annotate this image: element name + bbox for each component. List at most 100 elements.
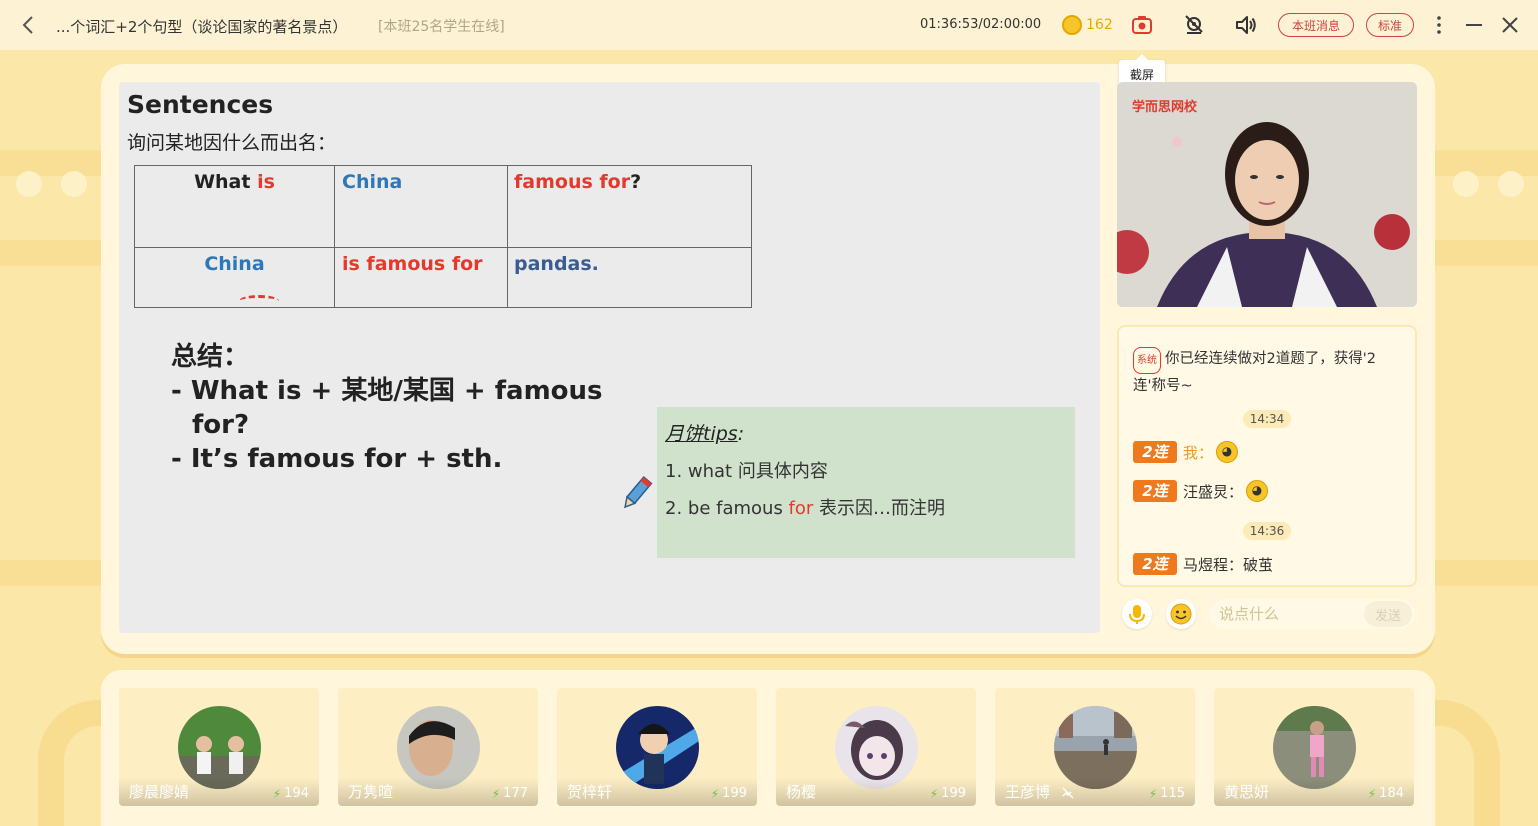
- close-icon[interactable]: [1498, 13, 1522, 37]
- red-annotation-mark: [239, 295, 279, 307]
- tips-title: 月饼tips:: [665, 419, 744, 446]
- chat-sender: 马煜程：: [1183, 555, 1244, 574]
- crying-emoji-icon: ◕: [1246, 480, 1269, 502]
- energy-icon: ⚡: [1148, 786, 1158, 801]
- screenshot-camera-icon[interactable]: [1130, 13, 1154, 37]
- coin-icon: [1062, 15, 1082, 35]
- student-name: 王彦博: [1005, 783, 1051, 801]
- table-row: What is China famous for?: [134, 165, 752, 248]
- lesson-slide: Sentences 询问某地因什么而出名： What is China famo…: [119, 82, 1100, 633]
- chat-message: 2连 我： ◕: [1133, 441, 1239, 463]
- energy-icon: ⚡: [929, 786, 939, 801]
- student-card[interactable]: 王彦博 ⚡ 115: [995, 688, 1195, 806]
- tips-box: 月饼tips: 1. what 问具体内容 2. be famous for 表…: [657, 407, 1075, 558]
- chat-text: 破茧: [1243, 555, 1274, 574]
- cell-text: What: [194, 171, 258, 193]
- student-score-value: 115: [1160, 786, 1185, 801]
- tip-line: 2. be famous for 表示因…而注明: [665, 494, 945, 520]
- tips-title-colon: :: [737, 423, 745, 445]
- student-name: 贺梓轩: [567, 783, 613, 801]
- student-name: 杨樱: [786, 783, 817, 801]
- school-logo: 学而思网校: [1132, 100, 1198, 115]
- student-score: ⚡ 194: [273, 786, 309, 801]
- cell-text-highlight: famous for: [514, 171, 631, 193]
- energy-icon: ⚡: [710, 786, 720, 801]
- slide-subheading: 询问某地因什么而出名：: [127, 132, 337, 154]
- system-message: 系统 你已经连续做对2道题了，获得'2连'称号~: [1133, 347, 1405, 399]
- chat-timestamp: 14:36: [1243, 522, 1291, 540]
- send-button[interactable]: 发送: [1364, 601, 1412, 627]
- cell-text: ?: [630, 171, 642, 193]
- student-avatar: [397, 706, 480, 789]
- student-score-value: 184: [1379, 786, 1404, 801]
- student-card[interactable]: 廖晨廖婧 ⚡ 194: [119, 688, 319, 806]
- network-disconnected-icon: [1062, 787, 1074, 799]
- student-score: ⚡ 199: [711, 786, 747, 801]
- table-row: China is famous for pandas.: [134, 247, 752, 308]
- student-score: ⚡ 177: [492, 786, 528, 801]
- streak-badge: 2连: [1133, 441, 1177, 463]
- student-score: ⚡ 184: [1368, 786, 1404, 801]
- table-cell: China: [134, 247, 335, 308]
- class-timer: 01:36:53/02:00:00: [920, 17, 1042, 32]
- table-cell: pandas.: [507, 247, 752, 308]
- student-score-value: 194: [284, 786, 309, 801]
- camera-off-icon[interactable]: [1182, 13, 1206, 37]
- online-count: [本班25名学生在线]: [378, 19, 505, 35]
- summary-title: 总结：: [171, 342, 250, 372]
- student-score-value: 199: [941, 786, 966, 801]
- background-dot: [1453, 171, 1479, 197]
- student-name: 黄思妍: [1224, 783, 1270, 801]
- student-card[interactable]: 万隽暄 ⚡ 177: [338, 688, 538, 806]
- minimize-icon[interactable]: [1462, 13, 1486, 37]
- energy-icon: ⚡: [491, 786, 501, 801]
- crying-emoji-icon: ◕: [1216, 441, 1239, 463]
- table-cell: What is: [134, 165, 335, 248]
- student-avatar: [178, 706, 261, 789]
- speaker-icon[interactable]: [1234, 13, 1258, 37]
- summary-block: 总结： - What is + 某地/某国 + famous for? - It…: [171, 340, 603, 476]
- student-avatar: [835, 706, 918, 789]
- student-score: ⚡ 115: [1149, 786, 1185, 801]
- student-name: 廖晨廖婧: [129, 783, 190, 801]
- summary-line: - What is + 某地/某国 + famous: [171, 376, 603, 406]
- student-card[interactable]: 贺梓轩 ⚡ 199: [557, 688, 757, 806]
- chat-message: 2连 马煜程： 破茧: [1133, 553, 1273, 575]
- quality-button[interactable]: 标准: [1366, 13, 1414, 37]
- summary-line: for?: [192, 410, 250, 440]
- table-cell: is famous for: [334, 247, 508, 308]
- table-cell: famous for?: [507, 165, 752, 248]
- student-avatar: [1054, 706, 1137, 789]
- summary-line: - It’s famous for + sth.: [171, 444, 503, 474]
- streak-badge: 2连: [1133, 480, 1177, 502]
- chat-sender: 我：: [1183, 443, 1214, 462]
- chat-panel: 系统 你已经连续做对2道题了，获得'2连'称号~ 14:34 2连 我： ◕ 2连…: [1117, 325, 1417, 587]
- teacher-video[interactable]: 学而思网校: [1117, 82, 1417, 307]
- tip-text: 表示因…而注明: [813, 498, 946, 519]
- student-score: ⚡ 199: [930, 786, 966, 801]
- tip-text: 2. be famous: [665, 498, 789, 519]
- student-avatar: [616, 706, 699, 789]
- student-avatar: [1273, 706, 1356, 789]
- student-card[interactable]: 杨樱 ⚡ 199: [776, 688, 976, 806]
- student-name: 万隽暄: [348, 783, 394, 801]
- system-badge: 系统: [1133, 347, 1161, 374]
- student-score-value: 199: [722, 786, 747, 801]
- energy-icon: ⚡: [272, 786, 282, 801]
- tips-title-text: 月饼tips: [665, 423, 738, 445]
- background-dot: [1498, 171, 1524, 197]
- class-messages-button[interactable]: 本班消息: [1278, 13, 1354, 37]
- student-score-value: 177: [503, 786, 528, 801]
- tip-highlight: for: [788, 498, 814, 519]
- student-card[interactable]: 黄思妍 ⚡ 184: [1214, 688, 1414, 806]
- chat-sender: 汪盛炅：: [1183, 482, 1244, 501]
- emoji-icon[interactable]: [1166, 599, 1196, 629]
- microphone-icon[interactable]: [1122, 599, 1152, 629]
- more-menu-icon[interactable]: [1427, 13, 1451, 37]
- back-arrow-icon[interactable]: [18, 13, 40, 37]
- sentence-table: What is China famous for? China is famou…: [134, 165, 752, 308]
- slide-heading: Sentences: [127, 90, 274, 119]
- background-dot: [61, 171, 87, 197]
- lesson-title: ...个词汇+2个句型（谈论国家的著名景点）: [56, 18, 348, 36]
- background-dot: [16, 171, 42, 197]
